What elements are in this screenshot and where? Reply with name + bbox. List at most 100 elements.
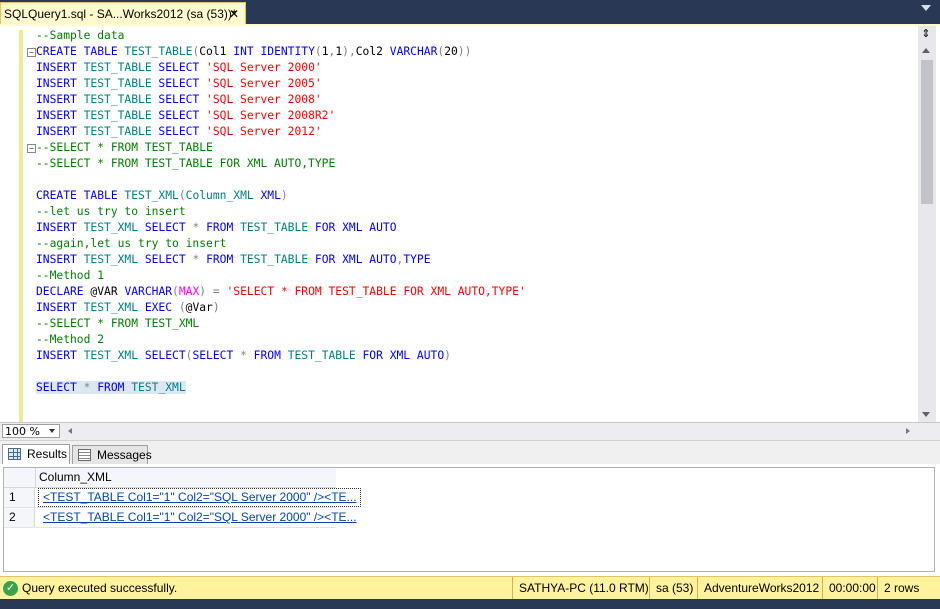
results-pane: Column_XML 1 <TEST_TABLE Col1="1" Col2="… [0,464,940,576]
status-elapsed: 00:00:00 [822,577,877,600]
results-grid[interactable]: Column_XML 1 <TEST_TABLE Col1="1" Col2="… [3,467,935,572]
collapse-region-icon[interactable]: − [27,48,36,57]
code-token: --Method 2 [36,333,105,346]
code-line[interactable] [36,364,916,380]
zoom-select[interactable]: 100 % [2,424,60,438]
code-token: INSERT [36,77,84,90]
code-token: MAX [178,285,200,298]
code-token: SELECT [138,221,193,234]
scroll-up-icon[interactable] [922,48,930,53]
code-line[interactable]: INSERT TEST_TABLE SELECT 'SQL Server 200… [36,60,916,76]
row-number: 1 [4,488,35,507]
code-line[interactable]: SELECT * FROM TEST_XML [36,380,916,396]
close-tab-icon[interactable]: ✕ [229,3,239,25]
scroll-thumb[interactable] [921,60,933,204]
xml-link-cell[interactable]: <TEST_TABLE Col1="1" Col2="SQL Server 20… [38,488,361,507]
code-token: EXEC [138,301,179,314]
code-line[interactable]: INSERT TEST_XML SELECT(SELECT * FROM TES… [36,348,916,364]
code-line[interactable]: --again,let us try to insert [36,236,916,252]
code-token: * [192,221,207,234]
code-token: FOR XML AUTO [355,349,445,362]
code-token: 'SQL Server 2008' [206,93,322,106]
code-token: SELECT [151,125,207,138]
code-token: INSERT [36,301,84,314]
scroll-down-icon[interactable] [922,412,930,417]
window-frame-bottom [0,599,940,609]
document-tab-strip: SQLQuery1.sql - SA...Works2012 (sa (53))… [0,0,940,26]
code-token: INSERT [36,125,84,138]
code-token: TEST_TABLE [83,77,152,90]
code-line[interactable]: --Method 1 [36,268,916,284]
code-token: 'SQL Server 2000' [206,61,322,74]
table-row[interactable]: 2 <TEST_TABLE Col1="1" Col2="SQL Server … [4,508,357,528]
code-line[interactable]: --let us try to insert [36,204,916,220]
tab-results-label: Results [27,447,68,461]
code-line[interactable]: CREATE TABLE TEST_XML(Column_XML XML) [36,188,916,204]
status-rows: 2 rows [877,577,940,600]
code-line[interactable]: --SELECT * FROM TEST_XML [36,316,916,332]
code-line[interactable]: --SELECT * FROM TEST_TABLE FOR XML AUTO,… [36,156,916,172]
code-token: --Sample data [36,29,125,42]
code-token: TEST_XML [124,189,179,202]
code-token: VARCHAR [124,285,173,298]
code-token: FROM [253,349,288,362]
column-header[interactable]: Column_XML [39,468,112,486]
code-line[interactable]: --Sample data [36,28,916,44]
code-token: * [83,381,98,394]
code-line[interactable]: INSERT TEST_TABLE SELECT 'SQL Server 201… [36,124,916,140]
code-token: TEST_TABLE [83,125,152,138]
code-line[interactable]: INSERT TEST_TABLE SELECT 'SQL Server 200… [36,92,916,108]
document-tab[interactable]: SQLQuery1.sql - SA...Works2012 (sa (53))… [0,2,246,25]
code-token: SELECT [138,349,186,362]
zoom-bar: 100 % [0,422,940,440]
xml-link-cell[interactable]: <TEST_TABLE Col1="1" Col2="SQL Server 20… [39,509,360,526]
code-text[interactable]: --Sample data CREATE TABLE TEST_TABLE(Col… [36,28,916,396]
grid-corner[interactable] [4,468,36,487]
code-token: FOR XML AUTO [308,253,397,266]
table-row[interactable]: 1 <TEST_TABLE Col1="1" Col2="SQL Server … [4,488,361,508]
code-token: CREATE TABLE [36,189,125,202]
code-token: --SELECT * FROM TEST_TABLE [36,141,213,154]
code-token: Column_XML [185,189,254,202]
code-line[interactable]: CREATE TABLE TEST_TABLE (Col1 INT IDENTIT… [36,44,916,60]
code-line[interactable]: INSERT TEST_TABLE SELECT 'SQL Server 200… [36,76,916,92]
grid-icon [8,448,21,460]
code-line[interactable]: INSERT TEST_XML SELECT * FROM TEST_TABLE… [36,252,916,268]
collapse-region-icon[interactable]: − [27,144,36,153]
check-icon: ✓ [3,581,18,596]
code-line[interactable]: INSERT TEST_TABLE SELECT 'SQL Server 200… [36,108,916,124]
change-tracking-bar [19,30,23,422]
code-token: TEST_XML [83,253,139,266]
code-line[interactable]: DECLARE @VAR VARCHAR(MAX) = 'SELECT * FR… [36,284,916,300]
code-line[interactable]: INSERT TEST_XML SELECT * FROM TEST_TABLE… [36,220,916,236]
row-number: 2 [4,508,35,527]
code-token: XML [253,189,281,202]
code-token: --again,let us try to insert [36,237,227,250]
scroll-right-icon[interactable] [906,428,910,434]
code-token: ( [178,301,186,314]
code-token: TEST_TABLE [240,253,309,266]
tab-messages[interactable]: Messages [72,445,152,465]
code-token: TEST_XML [83,349,139,362]
tab-list-dropdown-icon[interactable] [921,5,931,11]
code-line[interactable]: --Method 2 [36,332,916,348]
code-token: --SELECT * FROM TEST_XML [36,317,200,330]
status-database: AdventureWorks2012 [697,577,822,600]
splitter-icon[interactable]: ⇕ [920,28,932,42]
code-line[interactable] [36,172,916,188]
vertical-scrollbar[interactable]: ⇕ [918,26,936,422]
code-line[interactable]: --SELECT * FROM TEST_TABLE [36,140,916,156]
code-token: SELECT [138,253,193,266]
chevron-down-icon [49,429,55,433]
scroll-left-icon[interactable] [68,428,72,434]
code-token: INSERT [36,109,84,122]
tab-results[interactable]: Results [2,444,70,466]
code-token: TEST_TABLE [287,349,356,362]
code-token: SELECT [192,349,241,362]
code-token: Col1 [199,45,234,58]
code-token: TYPE [403,253,431,266]
code-token: INSERT [36,61,84,74]
code-token: TEST_TABLE [240,221,309,234]
code-line[interactable]: INSERT TEST_XML EXEC (@Var) [36,300,916,316]
query-editor[interactable]: − − --Sample data CREATE TABLE TEST_TABLE (… [0,26,940,422]
